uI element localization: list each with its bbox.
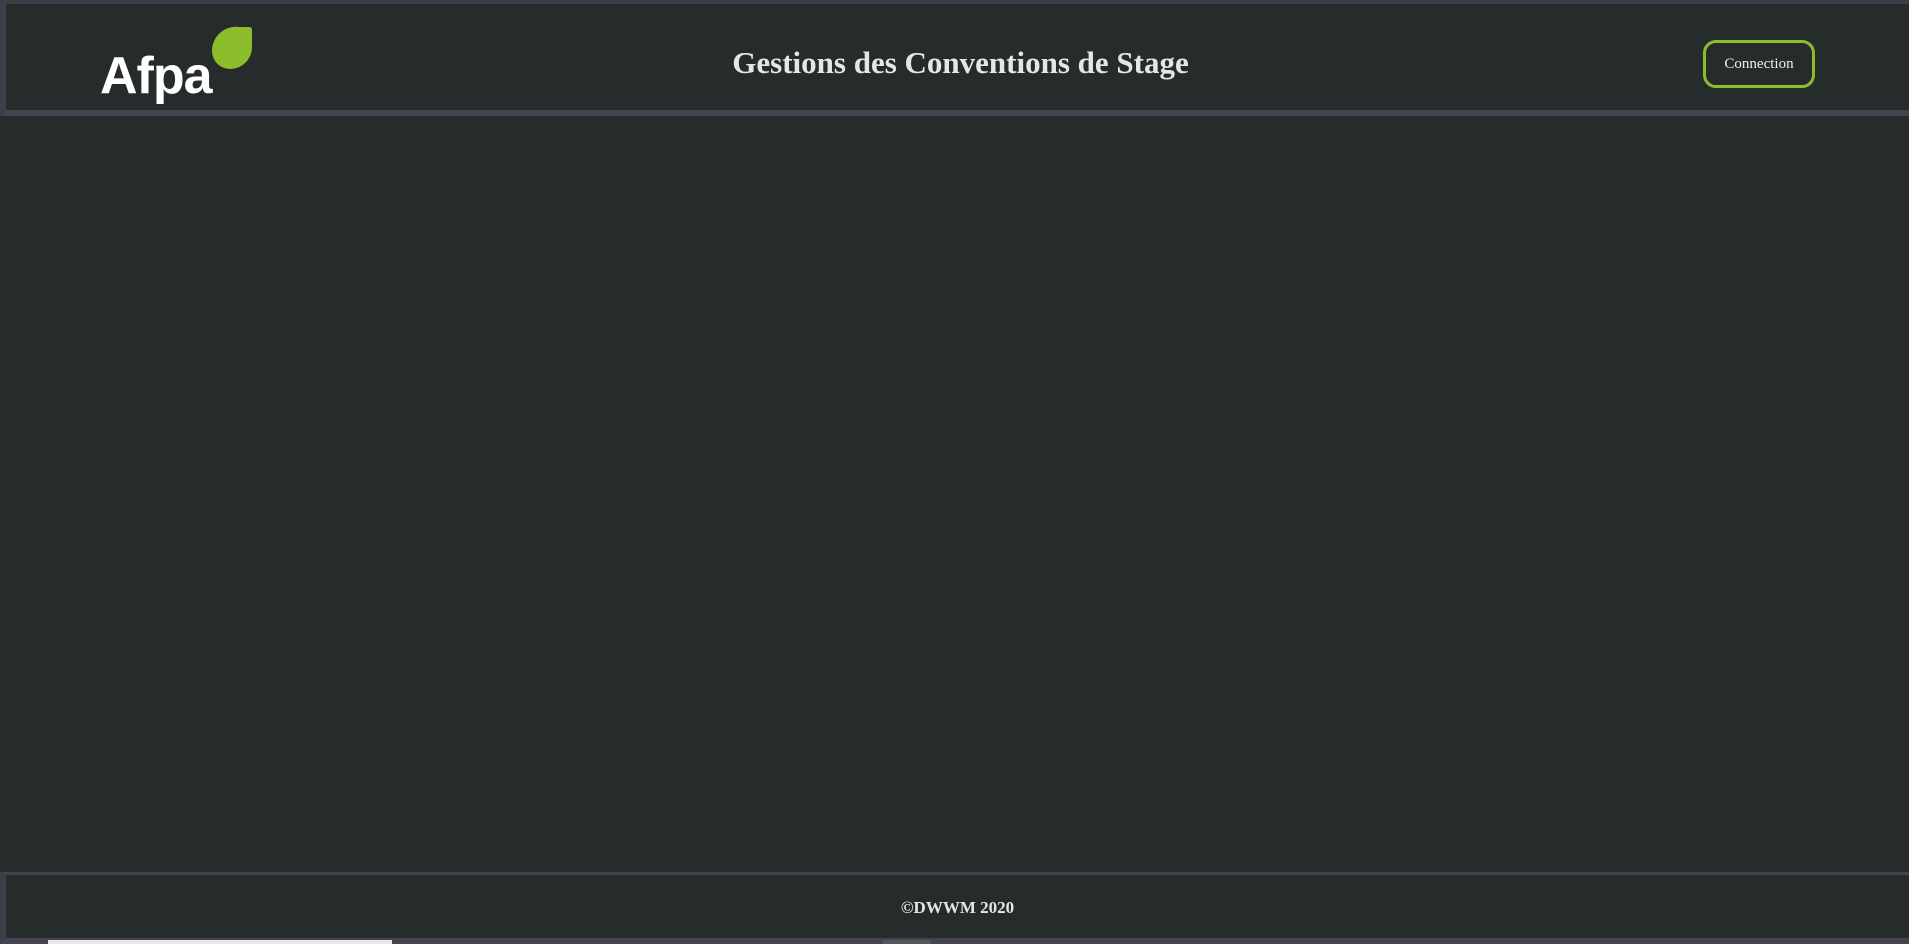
afpa-leaf-logo-icon: Afpa — [100, 26, 252, 105]
main-content — [0, 116, 1909, 872]
site-header: Afpa Gestions des Conventions de Stage C… — [0, 0, 1909, 116]
footer-copyright: ©DWWM 2020 — [900, 898, 1015, 917]
taskbar-marker — [883, 940, 931, 944]
logo-text: Afpa — [100, 47, 214, 105]
site-footer: ©DWWM 2020 — [0, 872, 1909, 944]
taskbar-strip — [48, 940, 392, 944]
afpa-logo[interactable]: Afpa — [92, 22, 252, 110]
connection-button[interactable]: Connection — [1703, 40, 1815, 88]
page-title: Gestions des Conventions de Stage — [732, 45, 1189, 80]
